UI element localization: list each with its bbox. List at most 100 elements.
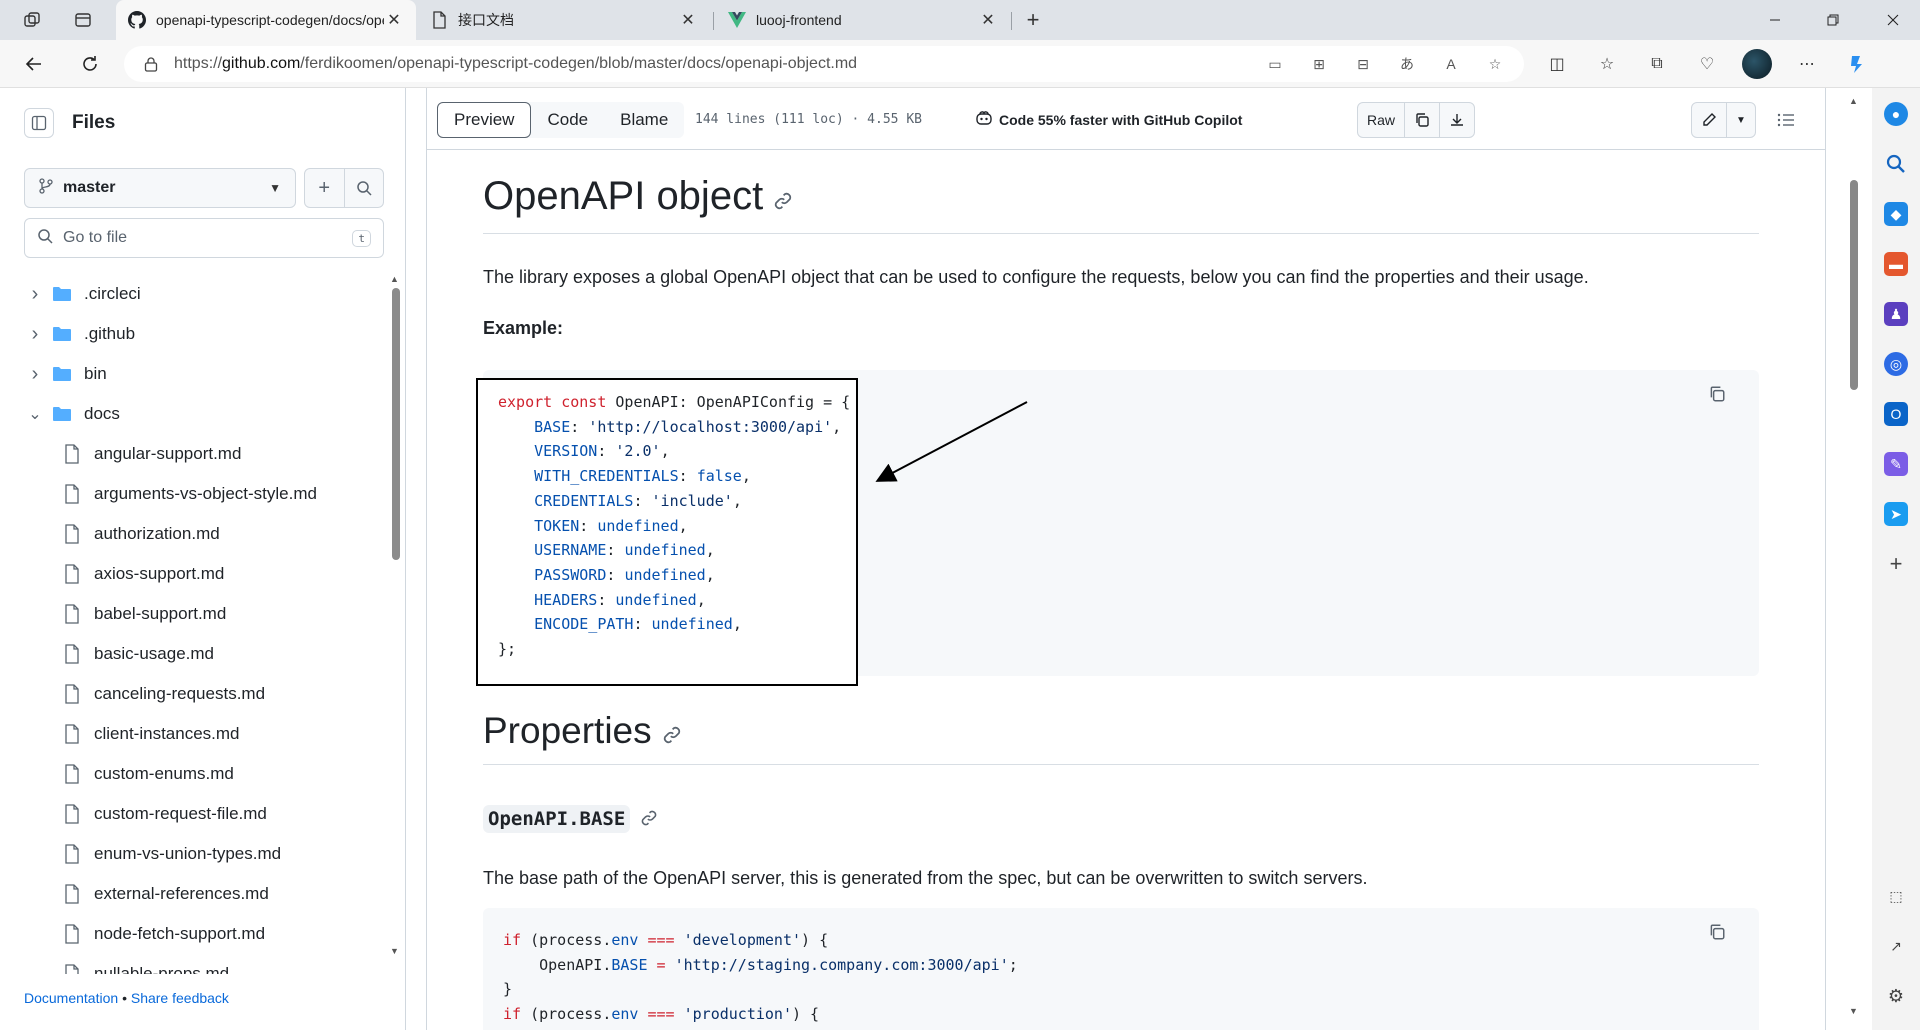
- microsoft-365-icon[interactable]: ◎: [1884, 352, 1908, 376]
- vertical-tabs-icon[interactable]: [68, 6, 98, 34]
- chevron-right-icon[interactable]: ›: [28, 283, 42, 306]
- tree-file[interactable]: external-references.md: [0, 874, 380, 914]
- collapse-sidebar-icon[interactable]: [24, 108, 54, 138]
- documentation-link[interactable]: Documentation: [24, 990, 118, 1006]
- copilot-icon[interactable]: [1842, 49, 1872, 79]
- tab-luooj-frontend[interactable]: luooj-frontend ✕: [716, 0, 1010, 40]
- tree-file[interactable]: axios-support.md: [0, 554, 380, 594]
- tree-folder[interactable]: › bin: [0, 354, 380, 394]
- tree-file[interactable]: client-instances.md: [0, 714, 380, 754]
- link-anchor-icon[interactable]: [662, 712, 682, 754]
- branch-selector[interactable]: master ▼: [24, 168, 296, 208]
- apps-grid-icon[interactable]: ⊞: [1308, 53, 1330, 75]
- scroll-up-arrow-icon[interactable]: ▲: [390, 274, 399, 284]
- browser-essentials-icon[interactable]: ♡: [1692, 49, 1722, 79]
- tree-file[interactable]: babel-support.md: [0, 594, 380, 634]
- notifications-bell-icon[interactable]: ●: [1884, 102, 1908, 126]
- scrollbar-thumb[interactable]: [392, 288, 400, 560]
- scrollbar-thumb[interactable]: [1850, 180, 1858, 390]
- chevron-right-icon[interactable]: ›: [28, 363, 42, 386]
- copilot-promo[interactable]: Code 55% faster with GitHub Copilot: [975, 110, 1242, 129]
- collections-icon[interactable]: ⧉: [1642, 49, 1672, 79]
- copy-raw-icon[interactable]: [1404, 103, 1439, 137]
- edit-pencil-icon[interactable]: [1692, 103, 1726, 137]
- translate-icon[interactable]: あ: [1396, 53, 1418, 75]
- go-to-file-input[interactable]: Go to file t: [24, 218, 384, 258]
- close-window-button[interactable]: [1870, 0, 1916, 40]
- scroll-up-arrow-icon[interactable]: ▲: [1849, 96, 1858, 106]
- screenshot-icon[interactable]: ⬚: [1884, 884, 1908, 908]
- more-menu-icon[interactable]: ⋯: [1792, 49, 1822, 79]
- copy-code-icon[interactable]: [1703, 918, 1731, 946]
- chevron-down-icon[interactable]: ⌄: [28, 404, 42, 424]
- tab-api-docs[interactable]: 接口文档 ✕: [418, 0, 710, 40]
- tree-file[interactable]: custom-enums.md: [0, 754, 380, 794]
- extensions-icon[interactable]: ⊟: [1352, 53, 1374, 75]
- tab-code[interactable]: Code: [531, 102, 604, 138]
- settings-gear-icon[interactable]: ⚙: [1884, 984, 1908, 1008]
- close-tab-icon[interactable]: ✕: [978, 10, 998, 30]
- tree-file[interactable]: custom-request-file.md: [0, 794, 380, 834]
- restore-button[interactable]: [1810, 0, 1856, 40]
- tree-file[interactable]: nullable-props.md: [0, 954, 380, 974]
- add-sidebar-app-icon[interactable]: +: [1884, 551, 1908, 576]
- favorite-star-icon[interactable]: ☆: [1484, 53, 1506, 75]
- avatar[interactable]: [1742, 49, 1772, 79]
- close-tab-icon[interactable]: ✕: [678, 10, 698, 30]
- minimize-button[interactable]: [1752, 0, 1798, 40]
- lock-icon[interactable]: [134, 56, 168, 72]
- tab-blame[interactable]: Blame: [604, 102, 684, 138]
- search-icon[interactable]: [1884, 152, 1908, 176]
- tab-preview[interactable]: Preview: [437, 102, 532, 138]
- chevron-right-icon[interactable]: ›: [28, 323, 42, 346]
- edit-options-chevron-icon[interactable]: ▼: [1726, 103, 1755, 137]
- tree-folder[interactable]: ⌄ docs: [0, 394, 380, 434]
- tree-folder[interactable]: › .circleci: [0, 274, 380, 314]
- raw-button[interactable]: Raw: [1358, 103, 1404, 137]
- page-scrollbar[interactable]: ▲ ▼: [1846, 88, 1862, 1030]
- back-arrow-icon[interactable]: [18, 49, 50, 79]
- designer-icon[interactable]: ✎: [1884, 452, 1908, 476]
- new-tab-button[interactable]: +: [1018, 6, 1048, 34]
- tree-file[interactable]: canceling-requests.md: [0, 674, 380, 714]
- favorites-icon[interactable]: ☆: [1592, 49, 1622, 79]
- search-button[interactable]: [343, 169, 384, 207]
- tree-item-label: authorization.md: [94, 524, 220, 543]
- tree-folder[interactable]: › .github: [0, 314, 380, 354]
- link-anchor-icon[interactable]: [773, 176, 793, 221]
- refresh-icon[interactable]: [74, 49, 106, 79]
- tools-icon[interactable]: ▬: [1884, 252, 1908, 276]
- tree-file[interactable]: basic-usage.md: [0, 634, 380, 674]
- tree-item-label: custom-enums.md: [94, 764, 234, 783]
- add-file-button[interactable]: +: [305, 169, 344, 207]
- scroll-down-arrow-icon[interactable]: ▼: [1849, 1006, 1858, 1016]
- close-tab-icon[interactable]: ✕: [384, 10, 404, 30]
- link-anchor-icon[interactable]: [640, 809, 658, 830]
- tree-item-label: .circleci: [84, 284, 141, 303]
- scroll-down-arrow-icon[interactable]: ▼: [390, 946, 399, 956]
- share-feedback-link[interactable]: Share feedback: [131, 990, 229, 1006]
- tree-file[interactable]: enum-vs-union-types.md: [0, 834, 380, 874]
- outline-list-icon[interactable]: [1773, 108, 1799, 132]
- games-icon[interactable]: ♟: [1884, 302, 1908, 326]
- file-tree-scrollbar[interactable]: ▲ ▼: [390, 274, 402, 964]
- files-title: Files: [72, 112, 116, 133]
- address-bar[interactable]: https://github.com/ferdikoomen/openapi-t…: [124, 46, 1524, 82]
- open-external-icon[interactable]: ↗: [1884, 934, 1908, 958]
- download-icon[interactable]: [1439, 103, 1474, 137]
- copilot-label: Code 55% faster with GitHub Copilot: [999, 111, 1243, 128]
- file-icon: [62, 524, 82, 544]
- workspaces-icon[interactable]: [17, 6, 47, 34]
- tree-file[interactable]: angular-support.md: [0, 434, 380, 474]
- split-screen-icon[interactable]: ◫: [1542, 49, 1572, 79]
- device-icon[interactable]: ▭: [1264, 53, 1286, 75]
- tab-github[interactable]: openapi-typescript-codegen/docs/openapi-…: [116, 0, 416, 40]
- shopping-tag-icon[interactable]: ◆: [1884, 202, 1908, 226]
- send-icon[interactable]: ➤: [1884, 502, 1908, 526]
- tree-file[interactable]: arguments-vs-object-style.md: [0, 474, 380, 514]
- copy-code-icon[interactable]: [1703, 380, 1731, 408]
- read-aloud-icon[interactable]: A: [1440, 53, 1462, 75]
- outlook-icon[interactable]: O: [1884, 402, 1908, 426]
- tree-file[interactable]: node-fetch-support.md: [0, 914, 380, 954]
- tree-file[interactable]: authorization.md: [0, 514, 380, 554]
